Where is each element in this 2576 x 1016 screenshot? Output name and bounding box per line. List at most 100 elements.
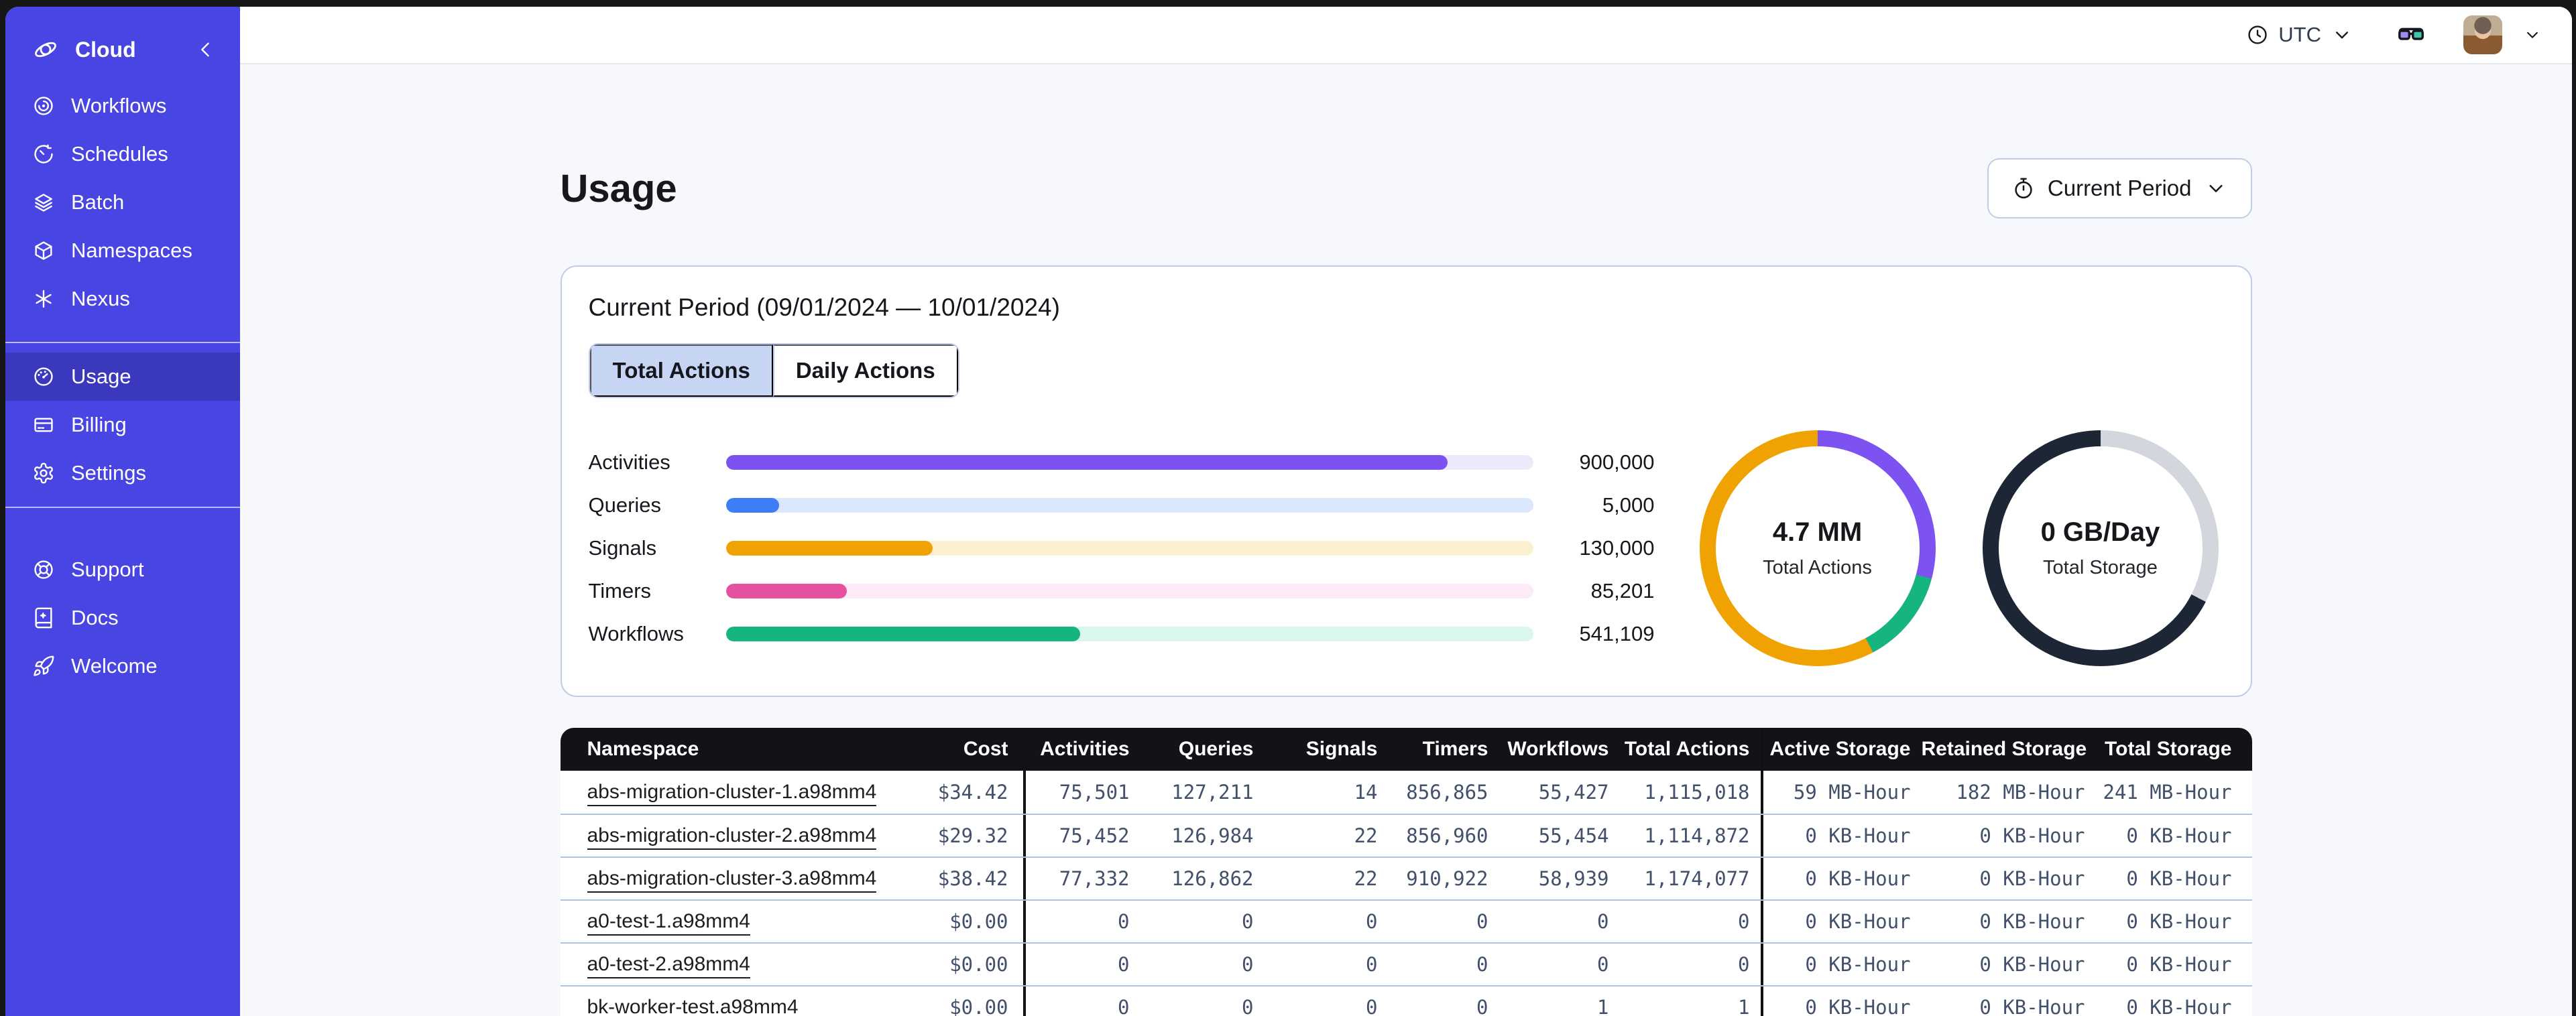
value-cell: $0.00 [949, 953, 1008, 976]
value-cell: 182 MB-Hour [1956, 781, 2085, 804]
value-cell: 0 [1022, 987, 1140, 1016]
value-cell: 126,862 [1171, 867, 1254, 890]
chevron-down-icon [2331, 23, 2353, 46]
sidebar-item-settings[interactable]: Settings [5, 449, 240, 497]
bar-label: Timers [588, 579, 652, 602]
namespace-link[interactable]: a0-test-2.a98mm4 [587, 953, 750, 978]
bar-fill [725, 627, 1081, 641]
glasses-icon[interactable] [2396, 20, 2426, 50]
value-cell: 0 [1242, 953, 1254, 976]
bar-row-signals: Signals 130,000 [589, 527, 1655, 570]
period-selector-button[interactable]: Current Period [1987, 158, 2252, 218]
value-cell: 75,452 [1022, 815, 1140, 856]
value-cell: 0 [1242, 996, 1254, 1016]
tab-total-actions[interactable]: Total Actions [589, 344, 773, 397]
value-cell: 0 [1597, 953, 1609, 976]
value-cell: 22 [1354, 824, 1378, 847]
sidebar-item-label: Batch [71, 190, 125, 214]
user-menu-chevron-down-icon[interactable] [2522, 25, 2542, 45]
sidebar-item-welcome[interactable]: Welcome [5, 642, 240, 690]
value-cell: 0 [1366, 953, 1378, 976]
bar-row-workflows: Workflows 541,109 [589, 613, 1655, 655]
usage-charts: Activities 900,000 Queries 5,000 Signals 130,… [589, 430, 2224, 666]
column-header-active-storage: Active Storage [1760, 728, 1922, 771]
value-cell: 0 KB-Hour [1979, 910, 2085, 933]
sidebar-item-usage[interactable]: Usage [5, 353, 240, 401]
value-cell: 1 [1597, 996, 1609, 1016]
bar-fill [725, 584, 847, 598]
sidebar-item-nexus[interactable]: Nexus [5, 275, 240, 323]
value-cell: 0 [1476, 953, 1488, 976]
bar-track [725, 498, 1533, 513]
column-header-namespace: Namespace [587, 738, 699, 760]
bar-fill [725, 541, 933, 556]
bar-row-activities: Activities 900,000 [589, 441, 1655, 484]
value-cell: 0 [1476, 996, 1488, 1016]
user-avatar[interactable] [2463, 15, 2502, 54]
bar-fill [725, 455, 1448, 470]
value-cell: 1,174,077 [1644, 867, 1750, 890]
sidebar-item-workflows[interactable]: Workflows [5, 82, 240, 130]
value-cell: 0 KB-Hour [2126, 953, 2232, 976]
actions-view-tabs: Total Actions Daily Actions [588, 343, 959, 398]
total-actions-donut-chart: 4.7 MM Total Actions [1699, 430, 1936, 666]
bar-label: Workflows [588, 622, 684, 645]
value-cell: 77,332 [1022, 858, 1140, 899]
sidebar-group-1: Usage Billing Settings [5, 343, 240, 507]
namespace-cell: bk-worker-test.a98mm4 [561, 996, 856, 1016]
namespaces-icon [32, 239, 55, 262]
value-cell: 0 KB-Hour [2126, 996, 2232, 1016]
namespace-link[interactable]: abs-migration-cluster-1.a98mm4 [587, 781, 877, 806]
namespace-link[interactable]: abs-migration-cluster-3.a98mm4 [587, 867, 877, 893]
column-header-queries: Queries [1178, 738, 1254, 760]
namespace-link[interactable]: bk-worker-test.a98mm4 [587, 996, 799, 1016]
bar-value: 130,000 [1579, 536, 1655, 560]
batch-icon [32, 191, 55, 214]
sidebar-item-billing[interactable]: Billing [5, 401, 240, 449]
value-cell: 0 KB-Hour [2126, 824, 2232, 847]
bar-label: Activities [588, 450, 670, 474]
value-cell: 0 KB-Hour [1760, 858, 1922, 899]
sidebar-item-schedules[interactable]: Schedules [5, 130, 240, 178]
value-cell: 0 [1738, 910, 1750, 933]
topbar: UTC [240, 7, 2572, 64]
namespace-cell: abs-migration-cluster-2.a98mm4 [561, 824, 877, 850]
bar-track [725, 541, 1533, 556]
value-cell: 0 KB-Hour [1979, 867, 2085, 890]
tab-daily-actions[interactable]: Daily Actions [772, 344, 958, 397]
sidebar-group-0: Workflows Schedules Batch Namespaces Nexus [5, 82, 240, 323]
column-header-total-storage: Total Storage [2105, 738, 2232, 760]
sidebar-item-batch[interactable]: Batch [5, 178, 240, 227]
value-cell: 0 [1738, 953, 1750, 976]
value-cell: 0 KB-Hour [1760, 901, 1922, 942]
sidebar-item-namespaces[interactable]: Namespaces [5, 227, 240, 275]
value-cell: 0 [1022, 944, 1140, 985]
value-cell: 0 KB-Hour [1979, 953, 2085, 976]
value-cell: 0 [1366, 996, 1378, 1016]
value-cell: 1,115,018 [1644, 781, 1750, 804]
value-cell: 0 [1597, 910, 1609, 933]
total-actions-label: Total Actions [1763, 557, 1872, 578]
timezone-label: UTC [2278, 23, 2321, 46]
value-cell: 55,454 [1538, 824, 1609, 847]
namespace-cell: abs-migration-cluster-3.a98mm4 [561, 867, 877, 893]
value-cell: $34.42 [937, 781, 1008, 804]
value-cell: 0 [1366, 910, 1378, 933]
timezone-selector[interactable]: UTC [2246, 23, 2353, 47]
column-header-cost: Cost [963, 738, 1008, 760]
sidebar-item-label: Settings [71, 461, 147, 485]
sidebar-item-support[interactable]: Support [5, 546, 240, 594]
card-title: Current Period (09/01/2024 — 10/01/2024) [588, 294, 1060, 321]
sidebar-item-label: Namespaces [71, 239, 192, 262]
value-cell: $0.00 [949, 996, 1008, 1016]
value-cell: 14 [1354, 781, 1378, 804]
sidebar-item-docs[interactable]: Docs [5, 594, 240, 642]
namespace-link[interactable]: abs-migration-cluster-2.a98mm4 [587, 824, 877, 850]
sidebar-collapse-button[interactable] [194, 38, 217, 61]
namespace-link[interactable]: a0-test-1.a98mm4 [587, 910, 750, 936]
value-cell: $29.32 [937, 824, 1008, 847]
column-header-timers: Timers [1422, 738, 1488, 760]
sidebar-item-label: Schedules [71, 142, 168, 166]
value-cell: 58,939 [1538, 867, 1609, 890]
schedules-icon [32, 143, 55, 166]
